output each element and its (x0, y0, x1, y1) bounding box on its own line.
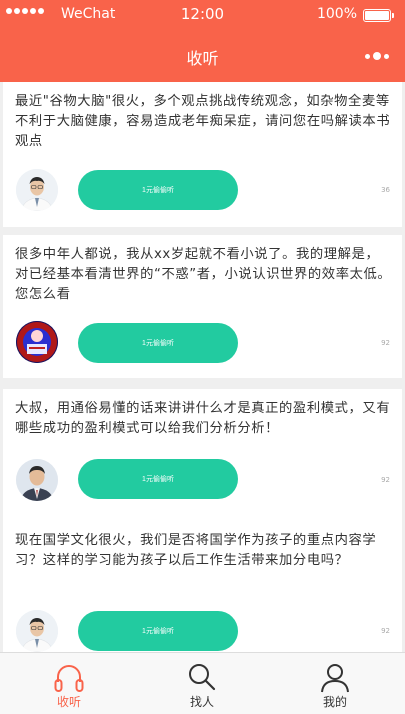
page-title: 收听 (186, 49, 219, 68)
tab-label: 我的 (322, 695, 347, 709)
avatar[interactable] (16, 610, 58, 652)
battery-icon (363, 9, 394, 22)
avatar[interactable] (16, 169, 58, 211)
listen-button[interactable]: 1元偷偷听 (78, 323, 238, 363)
app-header: WeChat 12:00 100% 收听 (0, 0, 405, 82)
listen-count: 92 (381, 627, 390, 635)
question-card[interactable]: 大叔，用通俗易懂的话来讲讲什么才是真正的盈利模式，又有哪些成功的盈利模式可以给我… (3, 389, 402, 528)
battery-percent: 100% (316, 6, 357, 22)
listen-count: 92 (381, 476, 390, 484)
search-icon (189, 664, 216, 691)
listen-count: 92 (381, 339, 390, 347)
question-card[interactable]: 很多中年人都说，我从xx岁起就不看小说了。我的理解是，对已经基本看清世界的“不惑… (3, 235, 402, 378)
question-text: 最近"谷物大脑"很火，多个观点挑战传统观念，如杂物全麦等不利于大脑健康，容易造成… (15, 94, 391, 149)
listen-button[interactable]: 1元偷偷听 (78, 170, 238, 210)
tab-label: 找人 (189, 695, 214, 709)
listen-button[interactable]: 1元偷偷听 (78, 611, 238, 651)
question-text: 很多中年人都说，我从xx岁起就不看小说了。我的理解是，对已经基本看清世界的“不惑… (15, 247, 392, 302)
tab-mine[interactable]: 我的 (305, 653, 365, 714)
more-icon[interactable] (365, 52, 389, 60)
headphones-icon (54, 665, 84, 692)
nav-bar: 收听 (0, 30, 405, 82)
tab-find[interactable]: 找人 (172, 653, 232, 714)
tab-label: 收听 (56, 695, 81, 709)
tab-bar: 收听 找人 我的 (0, 652, 405, 714)
avatar[interactable] (16, 459, 58, 501)
avatar[interactable] (16, 321, 58, 363)
status-bar: WeChat 12:00 100% (0, 0, 405, 30)
tab-listen[interactable]: 收听 (39, 653, 99, 714)
user-icon (321, 664, 349, 693)
question-text: 大叔，用通俗易懂的话来讲讲什么才是真正的盈利模式，又有哪些成功的盈利模式可以给我… (15, 401, 391, 436)
question-card[interactable]: 现在国学文化很火，我们是否将国学作为孩子的重点内容学习？这样的学习能为孩子以后工… (3, 521, 402, 652)
listen-count: 36 (381, 186, 390, 194)
question-card[interactable]: 最近"谷物大脑"很火，多个观点挑战传统观念，如杂物全麦等不利于大脑健康，容易造成… (3, 82, 402, 227)
listen-button[interactable]: 1元偷偷听 (78, 459, 238, 499)
question-text: 现在国学文化很火，我们是否将国学作为孩子的重点内容学习？这样的学习能为孩子以后工… (15, 533, 377, 568)
